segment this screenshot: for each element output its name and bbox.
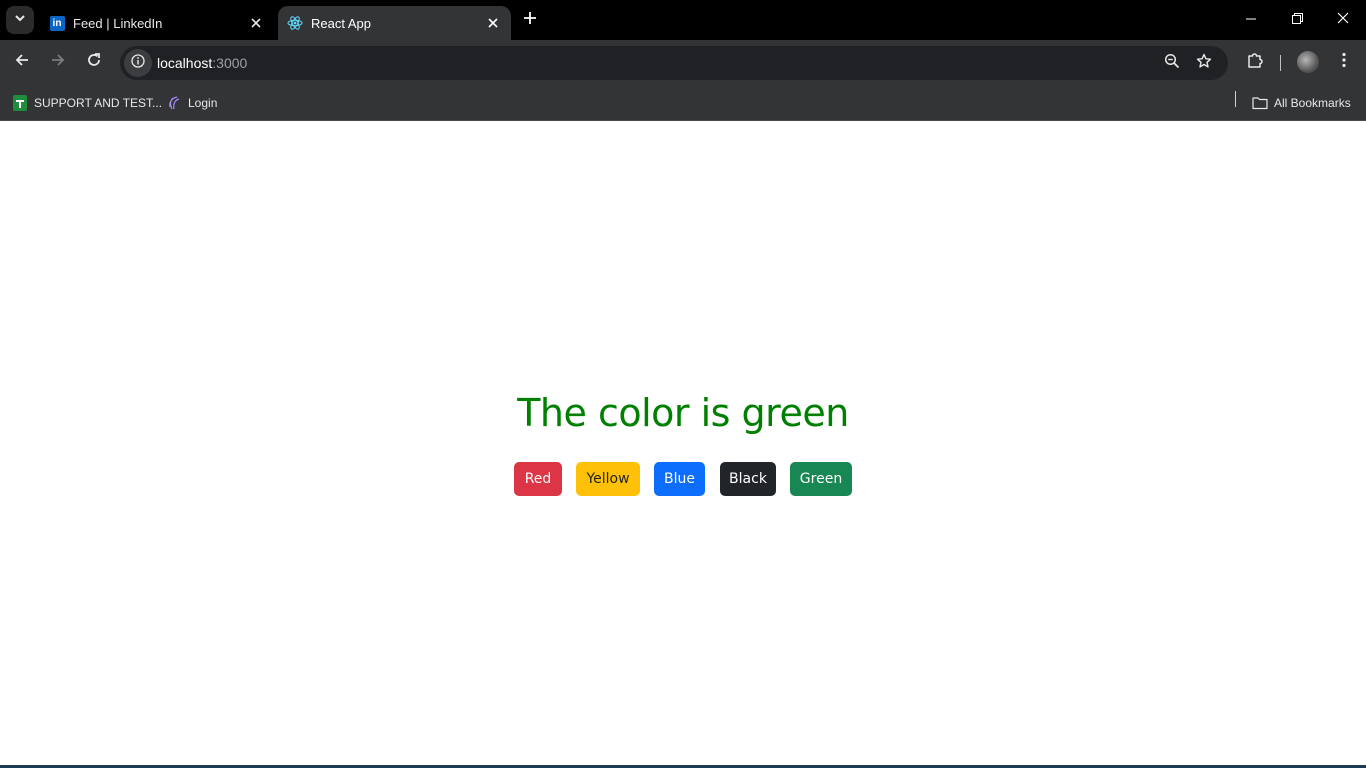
zoom-button[interactable] xyxy=(1160,51,1184,75)
tab-strip: in Feed | LinkedIn React App xyxy=(0,0,1366,40)
bookmark-label: Login xyxy=(188,96,218,110)
all-bookmarks-label: All Bookmarks xyxy=(1274,96,1351,110)
login-site-icon xyxy=(166,95,182,111)
chevron-down-icon xyxy=(14,11,26,29)
react-icon xyxy=(287,15,303,31)
close-icon xyxy=(1337,11,1349,29)
green-button[interactable]: Green xyxy=(790,462,852,496)
bookmark-star-button[interactable] xyxy=(1192,51,1216,75)
url-host: localhost xyxy=(157,55,213,71)
restore-icon xyxy=(1291,11,1303,29)
info-icon xyxy=(131,53,145,73)
reload-button[interactable] xyxy=(80,48,108,76)
blue-button[interactable]: Blue xyxy=(654,462,705,496)
close-window-button[interactable] xyxy=(1320,0,1366,40)
bookmarks-divider xyxy=(1235,91,1236,107)
tab-react-app[interactable]: React App xyxy=(278,6,511,40)
toolbar-divider xyxy=(1280,55,1281,71)
minimize-button[interactable] xyxy=(1228,0,1274,40)
linkedin-icon: in xyxy=(49,15,65,31)
url-port: :3000 xyxy=(212,55,248,71)
url-text: localhost:3000 xyxy=(157,55,247,71)
zoom-out-icon xyxy=(1164,53,1180,74)
tab-search-button[interactable] xyxy=(6,6,34,34)
red-button[interactable]: Red xyxy=(514,462,562,496)
puzzle-icon xyxy=(1246,51,1264,74)
minimize-icon xyxy=(1246,11,1256,29)
site-info-button[interactable] xyxy=(124,49,152,77)
bookmarks-bar: SUPPORT AND TEST... Login All Bookmarks xyxy=(0,85,1366,121)
tab-linkedin[interactable]: in Feed | LinkedIn xyxy=(40,6,274,40)
plus-icon xyxy=(523,11,537,30)
tab-title: React App xyxy=(311,15,371,31)
black-button[interactable]: Black xyxy=(720,462,776,496)
yellow-button[interactable]: Yellow xyxy=(576,462,640,496)
reload-icon xyxy=(86,52,102,73)
forward-button[interactable] xyxy=(44,48,72,76)
address-bar[interactable]: localhost:3000 xyxy=(120,46,1228,80)
bookmark-label: SUPPORT AND TEST... xyxy=(34,96,163,110)
folder-icon xyxy=(1252,95,1268,111)
star-icon xyxy=(1196,53,1212,74)
restore-button[interactable] xyxy=(1274,0,1320,40)
profile-avatar[interactable] xyxy=(1297,51,1319,73)
sheets-icon xyxy=(12,95,28,111)
bookmark-login[interactable]: Login xyxy=(166,92,217,114)
color-heading: The color is green xyxy=(517,391,849,435)
close-tab-icon[interactable] xyxy=(483,13,503,33)
kebab-menu-icon xyxy=(1342,52,1346,73)
browser-toolbar: localhost:3000 xyxy=(0,40,1366,85)
all-bookmarks-button[interactable]: All Bookmarks xyxy=(1252,92,1351,114)
new-tab-button[interactable] xyxy=(518,8,542,32)
arrow-right-icon xyxy=(50,52,66,73)
tab-title: Feed | LinkedIn xyxy=(73,15,163,31)
page-content: The color is green Red Yellow Blue Black… xyxy=(0,121,1366,768)
bookmark-support-and-test[interactable]: SUPPORT AND TEST... xyxy=(12,92,162,114)
back-button[interactable] xyxy=(8,48,36,76)
color-button-row: Red Yellow Blue Black Green xyxy=(0,462,1366,496)
arrow-left-icon xyxy=(14,52,30,73)
close-tab-icon[interactable] xyxy=(246,13,266,33)
menu-button[interactable] xyxy=(1332,50,1356,74)
extensions-button[interactable] xyxy=(1243,50,1267,74)
